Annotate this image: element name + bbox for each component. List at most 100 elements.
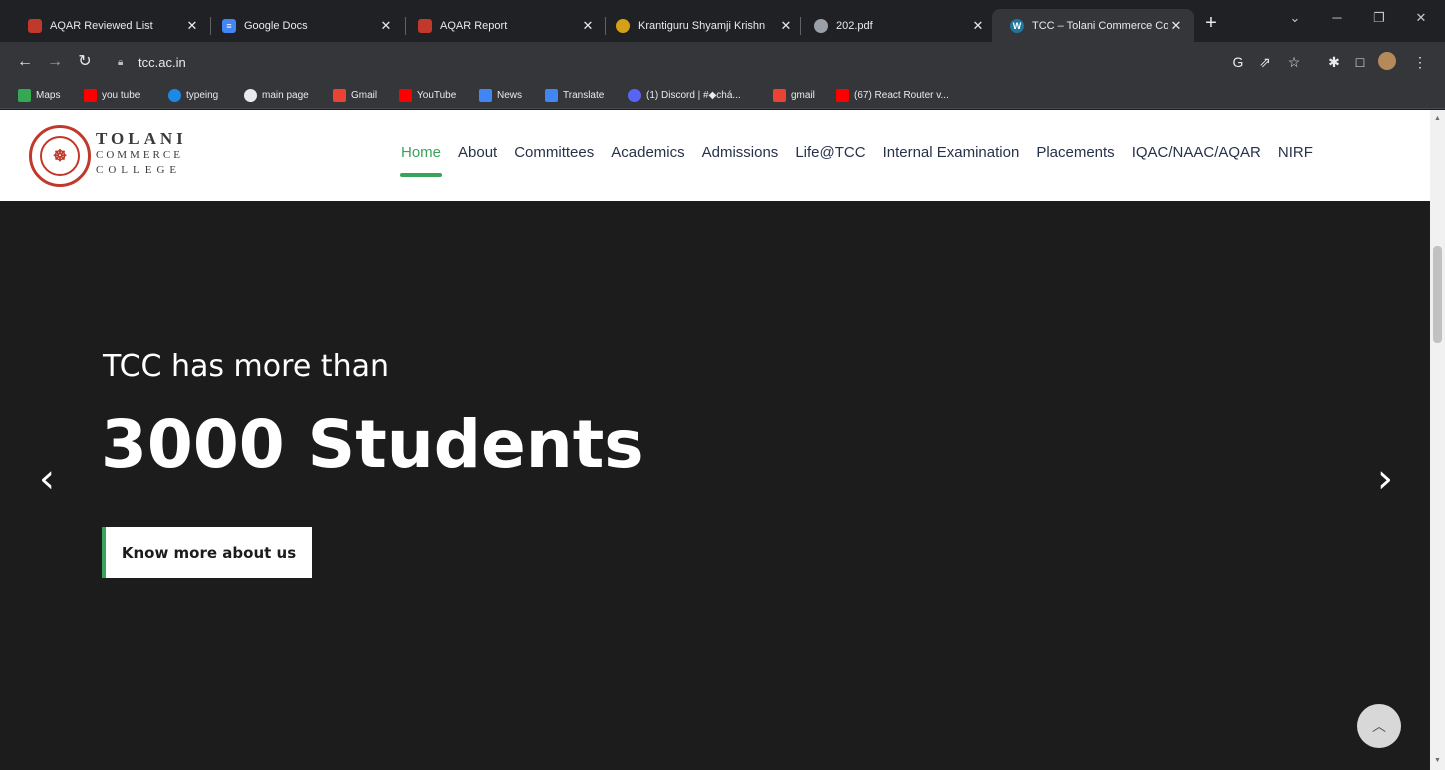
maps-icon bbox=[18, 88, 31, 102]
next-slide-icon[interactable]: › bbox=[1370, 459, 1400, 499]
college-logo[interactable]: ☸︎ bbox=[29, 125, 91, 187]
bookmark-item[interactable]: typeing bbox=[168, 87, 218, 103]
side-panel-icon[interactable]: □ bbox=[1350, 52, 1370, 72]
scrollbar-thumb[interactable] bbox=[1433, 246, 1442, 343]
restore-icon[interactable]: ❐ bbox=[1364, 10, 1394, 26]
brand-line-3: COLLEGE bbox=[96, 164, 182, 176]
address-bar[interactable]: 🔒︎ tcc.ac.in bbox=[106, 48, 1216, 76]
browser-tab[interactable]: AQAR Report ✕ bbox=[400, 9, 606, 42]
address-text: tcc.ac.in bbox=[138, 54, 186, 70]
globe-icon bbox=[244, 88, 257, 102]
nav-nirf[interactable]: NIRF bbox=[1278, 144, 1313, 166]
close-icon[interactable]: ✕ bbox=[184, 18, 200, 34]
forward-arrow-icon[interactable]: → bbox=[44, 51, 66, 73]
hero-slider: TCC has more than 3000 Students Know mor… bbox=[0, 201, 1430, 770]
nav-about[interactable]: About bbox=[458, 144, 497, 166]
minimize-icon[interactable]: ─ bbox=[1322, 10, 1352, 25]
browser-toolbar: ← → ↻ 🔒︎ tcc.ac.in G ⇗ ☆ ✱ □ ⋮ bbox=[0, 42, 1445, 81]
discord-icon bbox=[628, 88, 641, 102]
page-scrollbar[interactable]: ▲ ▼ bbox=[1430, 110, 1445, 770]
tab-title: Krantiguru Shyamji Krishn bbox=[638, 19, 766, 32]
emblem-icon: ☸︎ bbox=[40, 136, 80, 176]
bookmark-label: Gmail bbox=[351, 89, 378, 101]
youtube-icon bbox=[836, 88, 849, 102]
bookmark-label: Maps bbox=[36, 89, 61, 101]
bookmark-item[interactable]: (67) React Router v... bbox=[836, 87, 949, 103]
back-to-top-button[interactable]: ︿ bbox=[1357, 704, 1401, 748]
docs-icon: ≡ bbox=[222, 18, 236, 33]
share-icon[interactable]: ⇗ bbox=[1255, 52, 1275, 72]
hero-subtitle: TCC has more than bbox=[103, 349, 389, 384]
bookmark-item[interactable]: Maps bbox=[18, 87, 60, 103]
hero-headline: 3000 Students bbox=[101, 406, 644, 483]
new-tab-button[interactable]: + bbox=[1200, 12, 1222, 34]
bookmark-label: you tube bbox=[102, 89, 141, 101]
site-icon bbox=[616, 18, 630, 33]
nav-admissions[interactable]: Admissions bbox=[702, 144, 779, 166]
tab-title: 202.pdf bbox=[836, 19, 873, 32]
browser-tab[interactable]: ≡ Google Docs ✕ bbox=[204, 9, 404, 42]
gmail-icon bbox=[333, 88, 346, 102]
bookmark-item[interactable]: Translate bbox=[545, 87, 604, 103]
nav-life-at-tcc[interactable]: Life@TCC bbox=[795, 144, 865, 166]
browser-tab-active[interactable]: W TCC – Tolani Commerce Co ✕ bbox=[992, 9, 1194, 42]
nav-placements[interactable]: Placements bbox=[1036, 144, 1114, 166]
bookmark-label: gmail bbox=[791, 89, 815, 101]
red-badge-icon bbox=[28, 18, 42, 33]
close-icon[interactable]: ✕ bbox=[1168, 18, 1184, 34]
menu-dots-icon[interactable]: ⋮ bbox=[1410, 52, 1430, 72]
news-icon bbox=[479, 88, 492, 102]
close-icon[interactable]: ✕ bbox=[580, 18, 596, 34]
globe-icon bbox=[814, 18, 828, 33]
tab-search-icon[interactable]: ⌄ bbox=[1280, 10, 1310, 26]
site-header: ☸︎ TOLANI COMMERCE COLLEGE Home About Co… bbox=[0, 110, 1430, 201]
bookmark-item[interactable]: (1) Discord | #◆chá... bbox=[628, 87, 741, 103]
youtube-icon bbox=[84, 88, 97, 102]
nav-iqac-naac-aqar[interactable]: IQAC/NAAC/AQAR bbox=[1132, 144, 1261, 166]
scroll-up-icon[interactable]: ▲ bbox=[1430, 112, 1445, 126]
browser-tab-bar: AQAR Reviewed List ✕ ≡ Google Docs ✕ AQA… bbox=[0, 0, 1445, 42]
close-icon[interactable]: ✕ bbox=[970, 18, 986, 34]
bookmark-item[interactable]: main page bbox=[244, 87, 309, 103]
typing-icon bbox=[168, 88, 181, 102]
nav-academics[interactable]: Academics bbox=[611, 144, 684, 166]
bookmark-star-icon[interactable]: ☆ bbox=[1284, 52, 1304, 72]
bookmark-label: Translate bbox=[563, 89, 605, 101]
scroll-down-icon[interactable]: ▼ bbox=[1430, 754, 1445, 768]
brand-line-2: COMMERCE bbox=[96, 149, 183, 161]
bookmark-item[interactable]: Gmail bbox=[333, 87, 377, 103]
back-arrow-icon[interactable]: ← bbox=[14, 51, 36, 73]
bookmark-item[interactable]: News bbox=[479, 87, 522, 103]
bookmark-label: YouTube bbox=[417, 89, 457, 101]
prev-slide-icon[interactable]: ‹ bbox=[32, 459, 62, 499]
browser-tab[interactable]: Krantiguru Shyamji Krishn ✕ bbox=[598, 9, 804, 42]
bookmark-label: typeing bbox=[186, 89, 219, 101]
bookmark-label: main page bbox=[262, 89, 309, 101]
main-navigation: Home About Committees Academics Admissio… bbox=[399, 144, 1330, 177]
tab-title: AQAR Report bbox=[440, 19, 508, 32]
reload-icon[interactable]: ↻ bbox=[74, 51, 96, 73]
nav-home[interactable]: Home bbox=[399, 144, 443, 177]
bookmark-item[interactable]: gmail bbox=[773, 87, 815, 103]
translate-icon bbox=[545, 88, 558, 102]
close-icon[interactable]: ✕ bbox=[378, 18, 394, 34]
close-icon[interactable]: ✕ bbox=[778, 18, 794, 34]
nav-committees[interactable]: Committees bbox=[514, 144, 594, 166]
bookmarks-bar: Maps you tube typeing main page Gmail Yo… bbox=[0, 81, 1445, 109]
nav-internal-examination[interactable]: Internal Examination bbox=[883, 144, 1020, 166]
gmail-icon bbox=[773, 88, 786, 102]
bookmark-item[interactable]: you tube bbox=[84, 87, 140, 103]
tab-title: AQAR Reviewed List bbox=[50, 19, 153, 32]
browser-tab[interactable]: 202.pdf ✕ bbox=[796, 9, 996, 42]
browser-tab[interactable]: AQAR Reviewed List ✕ bbox=[10, 9, 210, 42]
bookmark-label: News bbox=[497, 89, 523, 101]
bookmark-item[interactable]: YouTube bbox=[399, 87, 456, 103]
window-close-icon[interactable]: ✕ bbox=[1406, 10, 1436, 26]
extensions-icon[interactable]: ✱ bbox=[1324, 52, 1344, 72]
google-icon[interactable]: G bbox=[1228, 52, 1248, 72]
bookmark-label: (67) React Router v... bbox=[854, 89, 949, 101]
tab-title: TCC – Tolani Commerce Co bbox=[1032, 19, 1168, 32]
brand-name[interactable]: TOLANI COMMERCE COLLEGE bbox=[96, 129, 187, 178]
know-more-button[interactable]: Know more about us bbox=[102, 527, 312, 578]
profile-avatar[interactable] bbox=[1378, 52, 1396, 70]
